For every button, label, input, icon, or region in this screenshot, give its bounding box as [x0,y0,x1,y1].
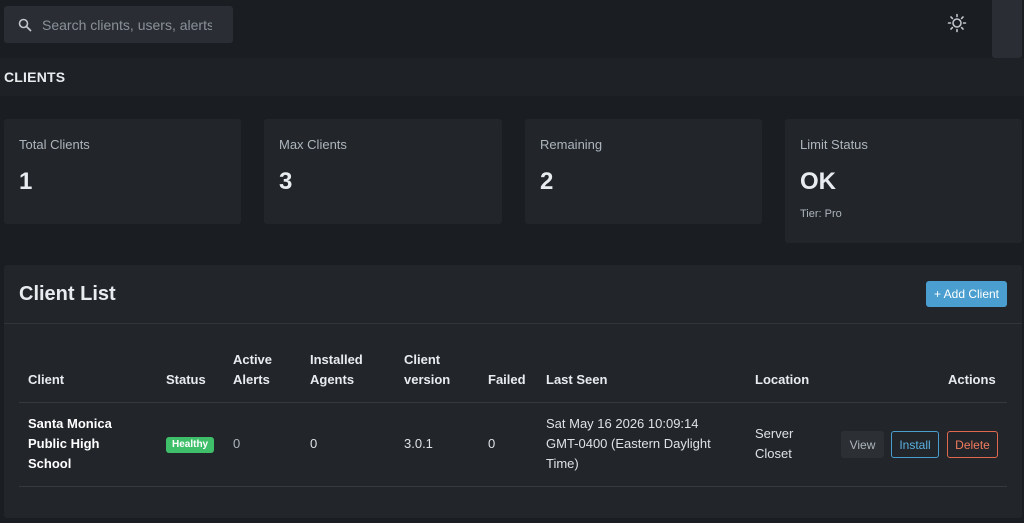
delete-button[interactable]: Delete [947,431,998,458]
sun-icon [947,13,967,38]
client-name-line1[interactable]: Santa Monica [28,414,112,434]
client-name-line3[interactable]: School [28,454,71,474]
divider [19,486,1007,487]
stat-value: OK [800,168,836,195]
stat-label: Remaining [540,137,603,152]
active-alerts-value: 0 [233,436,241,451]
stat-card-max-clients: Max Clients 3 [264,119,502,224]
search-box[interactable] [4,6,233,43]
install-button[interactable]: Install [891,431,939,458]
column-header-active-alerts-line2[interactable]: Alerts [233,370,270,390]
failed-value: 0 [488,436,496,451]
status-badge: Healthy [166,437,215,453]
divider [4,323,1022,324]
stat-card-limit-status: Limit Status OK Tier: Pro [785,119,1022,243]
tier-label: Tier: Pro [800,208,842,220]
search-icon [18,18,32,32]
column-header-client-version-line2[interactable]: version [404,370,450,390]
location-line2: Closet [755,446,792,461]
column-header-failed[interactable]: Failed [488,370,526,390]
column-header-last-seen[interactable]: Last Seen [546,370,607,390]
page-title: CLIENTS [4,69,66,85]
column-header-client[interactable]: Client [28,370,64,390]
location-line1: Server [755,426,794,441]
theme-toggle-button[interactable] [945,13,969,37]
scrollbar[interactable] [992,0,1022,58]
stat-label: Limit Status [800,137,868,152]
stat-label: Max Clients [279,137,347,152]
view-button[interactable]: View [841,431,884,458]
column-header-active-alerts-line1[interactable]: Active [233,350,272,370]
last-seen-line2: GMT-0400 (Eastern Daylight [546,436,711,451]
client-list-panel: Client List + Add Client Client Status A… [4,265,1022,518]
divider [19,402,1007,403]
top-bar [0,0,1024,58]
client-version-value: 3.0.1 [404,436,433,451]
installed-agents-value: 0 [310,436,318,451]
column-header-status[interactable]: Status [166,370,206,390]
panel-title: Client List [19,283,116,305]
stat-value: 2 [540,168,554,195]
stat-label: Total Clients [19,137,90,152]
title-strip [0,58,1024,96]
stat-card-total-clients: Total Clients 1 [4,119,241,224]
last-seen-line3: Time) [546,456,579,471]
stat-card-remaining: Remaining 2 [525,119,762,224]
last-seen-line1: Sat May 16 2026 10:09:14 [546,416,699,431]
search-input[interactable] [42,16,212,33]
client-name-line2[interactable]: Public High [28,434,100,454]
column-header-client-version-line1[interactable]: Client [404,350,440,370]
stat-value: 3 [279,168,293,195]
column-header-location[interactable]: Location [755,370,809,390]
add-client-button[interactable]: + Add Client [926,281,1007,307]
column-header-actions: Actions [948,372,996,387]
column-header-installed-agents-line2[interactable]: Agents [310,370,354,390]
column-header-installed-agents-line1[interactable]: Installed [310,350,363,370]
stat-value: 1 [19,168,33,195]
